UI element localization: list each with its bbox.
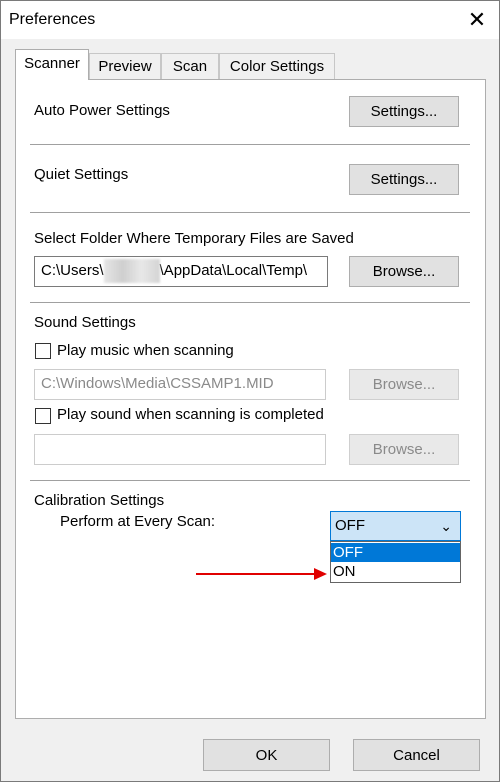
quiet-settings-label: Quiet Settings [34,166,129,183]
calibration-dropdown-list: OFF ON [330,541,461,583]
temp-folder-browse-button[interactable]: Browse... [349,256,459,287]
perform-every-scan-label: Perform at Every Scan: [60,513,216,530]
path-prefix: C:\Users\ [41,262,104,279]
divider [30,212,470,214]
tab-preview[interactable]: Preview [89,53,161,79]
sound-settings-label: Sound Settings [34,314,136,331]
dialog-footer: OK Cancel [1,725,499,781]
divider [30,480,470,482]
auto-power-label: Auto Power Settings [34,102,170,119]
close-icon[interactable]: ✕ [461,5,493,35]
divider [30,144,470,146]
preferences-dialog: Preferences ✕ Scanner Preview Scan Color… [0,0,500,782]
music-browse-button[interactable]: Browse... [349,369,459,400]
music-file-field[interactable]: C:\Windows\Media\CSSAMP1.MID [34,369,326,400]
calibration-select[interactable]: OFF ⌄ [330,511,461,541]
play-sound-complete-label: Play sound when scanning is completed [57,406,324,423]
option-on[interactable]: ON [331,562,460,581]
option-off[interactable]: OFF [331,543,460,562]
play-music-checkbox[interactable] [35,343,51,359]
scanner-tab-panel: Auto Power Settings Settings... Quiet Se… [15,79,486,719]
divider [30,302,470,304]
auto-power-settings-button[interactable]: Settings... [349,96,459,127]
calibration-selected-value: OFF [335,517,365,534]
redacted-username [103,259,160,284]
window-title: Preferences [9,11,96,28]
complete-sound-browse-button[interactable]: Browse... [349,434,459,465]
tab-strip: Scanner Preview Scan Color Settings [15,49,485,80]
tab-scan[interactable]: Scan [161,53,219,79]
tab-color-settings[interactable]: Color Settings [219,53,335,79]
temp-folder-path-field[interactable]: C:\Users\ \AppData\Local\Temp\ [34,256,328,287]
tab-scanner[interactable]: Scanner [15,49,89,80]
path-suffix: \AppData\Local\Temp\ [159,262,308,279]
temp-folder-label: Select Folder Where Temporary Files are … [34,230,354,247]
red-arrow-icon [196,568,327,580]
quiet-settings-button[interactable]: Settings... [349,164,459,195]
play-music-label: Play music when scanning [57,342,234,359]
play-sound-complete-checkbox[interactable] [35,408,51,424]
chevron-down-icon: ⌄ [440,518,452,534]
ok-button[interactable]: OK [203,739,330,771]
cancel-button[interactable]: Cancel [353,739,480,771]
calibration-settings-label: Calibration Settings [34,492,165,509]
complete-sound-file-field[interactable] [34,434,326,465]
title-bar: Preferences ✕ [1,1,499,39]
